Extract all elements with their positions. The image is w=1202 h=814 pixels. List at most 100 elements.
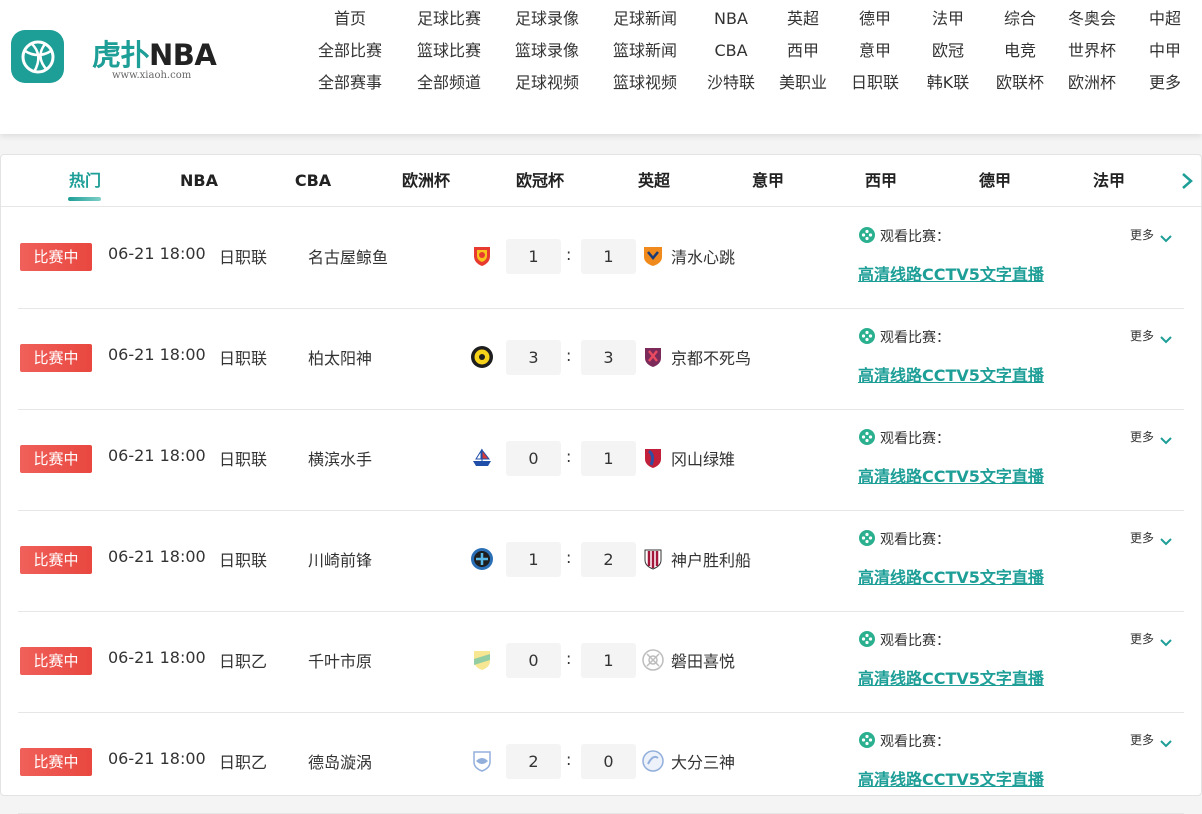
home-team[interactable]: 德岛漩涡 [308,749,372,773]
live-status-badge: 比赛中 [20,344,92,372]
more-link[interactable]: 更多 [1130,731,1154,748]
nav-item[interactable]: 英超 [787,2,819,34]
gamepad-icon [859,429,875,445]
score-separator: : [566,750,572,769]
nav-item[interactable]: 篮球录像 [515,34,579,66]
live-status-badge: 比赛中 [20,546,92,574]
nav-item[interactable]: 篮球新闻 [613,34,677,66]
stream-link[interactable]: 高清线路CCTV5文字直播 [858,766,1044,790]
nav-item[interactable]: 篮球比赛 [417,34,481,66]
nav-item[interactable]: 篮球视频 [613,66,677,98]
chevron-down-icon[interactable] [1160,431,1172,445]
stream-link[interactable]: 高清线路CCTV5文字直播 [858,362,1044,386]
away-score: 1 [581,643,636,678]
chevron-down-icon[interactable] [1160,330,1172,344]
tab-nba[interactable]: NBA [180,155,218,206]
chevron-down-icon[interactable] [1160,229,1172,243]
away-team[interactable]: 冈山绿雉 [671,446,735,470]
league-tabbar: 热门 NBA CBA 欧洲杯 欧冠杯 英超 意甲 西甲 德甲 法甲 [1,155,1201,207]
gamepad-icon [859,227,875,243]
home-crest-icon [470,749,494,773]
nav-item[interactable]: 全部赛事 [318,66,382,98]
more-link[interactable]: 更多 [1130,630,1154,647]
more-link[interactable]: 更多 [1130,529,1154,546]
nav-item[interactable]: 日职联 [851,66,899,98]
nav-item[interactable]: 沙特联 [707,66,755,98]
nav-item[interactable]: 中甲 [1149,34,1181,66]
tab-premier-league[interactable]: 英超 [638,155,670,206]
away-team[interactable]: 清水心跳 [671,244,735,268]
away-team[interactable]: 京都不死鸟 [671,345,751,369]
away-team[interactable]: 神户胜利船 [671,547,751,571]
chevron-right-icon[interactable] [1177,170,1197,192]
tab-la-liga[interactable]: 西甲 [865,155,897,206]
nav-item[interactable]: 足球新闻 [613,2,677,34]
away-team[interactable]: 大分三神 [671,749,735,773]
gamepad-icon [859,732,875,748]
score-separator: : [566,245,572,264]
nav-item[interactable]: 欧洲杯 [1068,66,1116,98]
chevron-down-icon[interactable] [1160,633,1172,647]
nav-item[interactable]: 欧联杯 [996,66,1044,98]
site-header: 虎扑NBA www.xiaoh.com 首页 足球比赛 足球录像 足球新闻 NB… [0,0,1202,134]
watch-label: 观看比赛： [880,633,950,649]
match-row[interactable]: 比赛中 06-21 18:00 日职联 名古屋鲸鱼 1 : 1 清水心跳 观看比… [18,207,1184,309]
stream-link[interactable]: 高清线路CCTV5文字直播 [858,564,1044,588]
home-team[interactable]: 名古屋鲸鱼 [308,244,388,268]
match-row[interactable]: 比赛中 06-21 18:00 日职乙 德岛漩涡 2 : 0 大分三神 观看比赛… [18,712,1184,814]
tab-serie-a[interactable]: 意甲 [752,155,784,206]
home-score: 0 [506,441,561,476]
nav-row-2: 全部比赛 篮球比赛 篮球录像 篮球新闻 CBA 西甲 意甲 欧冠 电竞 世界杯 … [0,34,1202,66]
match-row[interactable]: 比赛中 06-21 18:00 日职联 川崎前锋 1 : 2 神户胜利船 观看比… [18,510,1184,612]
nav-item[interactable]: CBA [714,34,747,66]
tab-champions-cup[interactable]: 欧冠杯 [516,155,564,206]
watch-label: 观看比赛： [880,734,950,750]
nav-item[interactable]: 足球视频 [515,66,579,98]
match-time: 06-21 18:00 [108,244,206,263]
more-link[interactable]: 更多 [1130,428,1154,445]
match-row[interactable]: 比赛中 06-21 18:00 日职联 柏太阳神 3 : 3 京都不死鸟 观看比… [18,308,1184,410]
nav-item[interactable]: 综合 [1004,2,1036,34]
home-crest-icon [470,345,494,369]
away-crest-icon [641,345,665,369]
home-team[interactable]: 千叶市原 [308,648,372,672]
nav-item[interactable]: 法甲 [932,2,964,34]
watch-label: 观看比赛： [880,229,950,245]
chevron-down-icon[interactable] [1160,734,1172,748]
more-link[interactable]: 更多 [1130,327,1154,344]
nav-item[interactable]: 西甲 [787,34,819,66]
nav-item[interactable]: 冬奥会 [1068,2,1116,34]
tab-bundesliga[interactable]: 德甲 [979,155,1011,206]
away-team[interactable]: 磐田喜悦 [671,648,735,672]
nav-item[interactable]: 电竞 [1004,34,1036,66]
stream-link[interactable]: 高清线路CCTV5文字直播 [858,665,1044,689]
match-row[interactable]: 比赛中 06-21 18:00 日职联 横滨水手 0 : 1 冈山绿雉 观看比赛… [18,409,1184,511]
away-crest-icon [641,749,665,773]
nav-item[interactable]: 全部比赛 [318,34,382,66]
stream-link[interactable]: 高清线路CCTV5文字直播 [858,463,1044,487]
nav-item[interactable]: NBA [714,2,748,34]
home-team[interactable]: 柏太阳神 [308,345,372,369]
nav-item[interactable]: 德甲 [859,2,891,34]
nav-row-3: 全部赛事 全部频道 足球视频 篮球视频 沙特联 美职业 日职联 韩K联 欧联杯 … [0,66,1202,98]
stream-link[interactable]: 高清线路CCTV5文字直播 [858,261,1044,285]
nav-item-more[interactable]: 更多 [1149,66,1181,98]
match-row[interactable]: 比赛中 06-21 18:00 日职乙 千叶市原 0 : 1 磐田喜悦 观看比赛… [18,611,1184,713]
nav-item[interactable]: 世界杯 [1068,34,1116,66]
more-link[interactable]: 更多 [1130,226,1154,243]
home-team[interactable]: 横滨水手 [308,446,372,470]
nav-item[interactable]: 意甲 [859,34,891,66]
nav-item[interactable]: 中超 [1149,2,1181,34]
tab-ligue-1[interactable]: 法甲 [1093,155,1125,206]
nav-item[interactable]: 全部频道 [417,66,481,98]
nav-item[interactable]: 美职业 [779,66,827,98]
tab-cba[interactable]: CBA [295,155,331,206]
nav-item[interactable]: 欧冠 [932,34,964,66]
tab-euro-cup[interactable]: 欧洲杯 [402,155,450,206]
nav-item[interactable]: 足球比赛 [417,2,481,34]
home-team[interactable]: 川崎前锋 [308,547,372,571]
nav-item[interactable]: 韩K联 [927,66,970,98]
nav-item[interactable]: 首页 [334,2,366,34]
chevron-down-icon[interactable] [1160,532,1172,546]
nav-item[interactable]: 足球录像 [515,2,579,34]
